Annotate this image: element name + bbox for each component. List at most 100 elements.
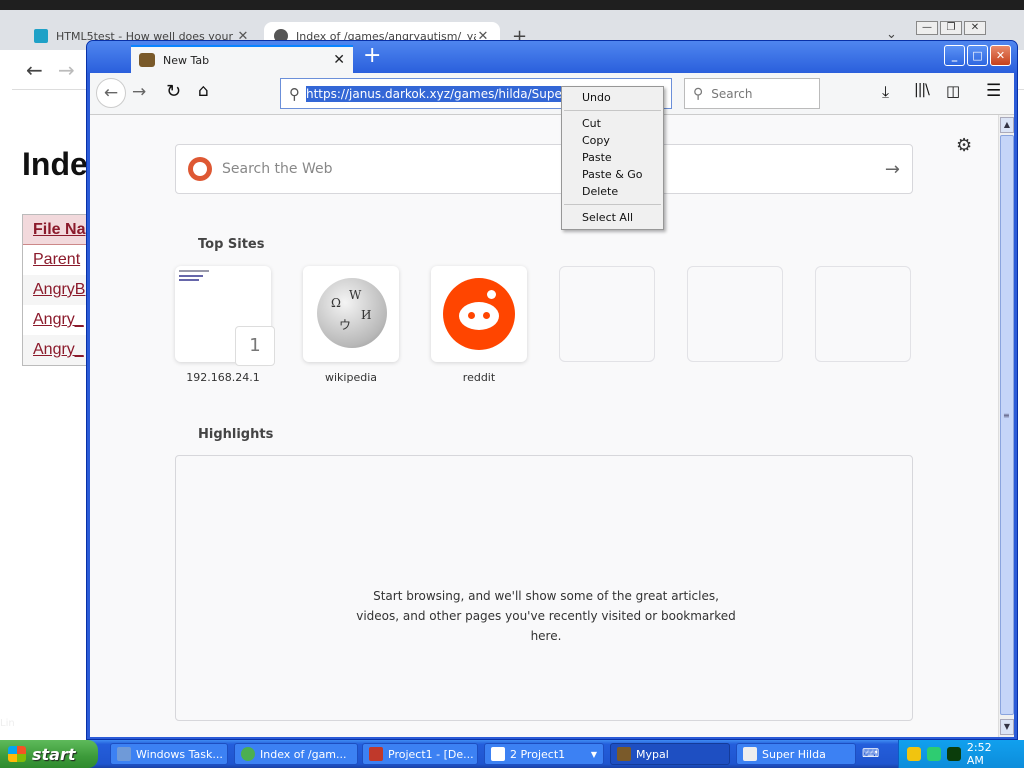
download-icon[interactable]: ⤓ xyxy=(882,82,889,102)
maximize-button[interactable]: □ xyxy=(967,45,988,66)
close-button[interactable]: ✕ xyxy=(990,45,1011,66)
tab-title: New Tab xyxy=(163,53,210,67)
chrome-page-content: Inde File Na Parent AngryB Angry_ Angry_ xyxy=(12,90,90,740)
network-icon[interactable] xyxy=(926,747,941,761)
top-site-tile-empty[interactable] xyxy=(687,266,783,362)
back-arrow-icon[interactable]: ← xyxy=(96,78,126,108)
keyboard-icon[interactable]: ⌨ xyxy=(862,746,880,762)
start-button[interactable]: start xyxy=(0,740,98,768)
window-controls: _ □ ✕ xyxy=(944,45,1011,66)
forward-arrow-icon[interactable]: → xyxy=(132,82,146,102)
scroll-down-arrow-icon[interactable]: ▼ xyxy=(1000,719,1014,735)
chevron-down-icon: ▼ xyxy=(590,749,597,759)
web-search-placeholder: Search the Web xyxy=(222,161,333,177)
scrollbar-thumb[interactable] xyxy=(1000,135,1014,715)
wikipedia-globe-icon: ΩWИウ xyxy=(317,278,387,348)
windows-logo-icon xyxy=(8,746,26,762)
devcpp-icon xyxy=(369,747,383,761)
top-site-label: wikipedia xyxy=(324,371,377,384)
taskbar-button-label: 2 Project1 xyxy=(510,747,566,761)
menu-item-paste-and-go[interactable]: Paste & Go xyxy=(562,166,663,183)
reload-icon[interactable]: ↻ xyxy=(166,81,181,102)
table-row-link[interactable]: Angry_ xyxy=(23,335,90,365)
system-tray: 2:52 AM xyxy=(898,740,1024,768)
taskbar-button-label: Windows Task... xyxy=(136,747,223,761)
taskbar: start Windows Task... Index of /gam... P… xyxy=(0,740,1024,768)
chrome-top-strip xyxy=(0,0,1024,10)
menu-separator xyxy=(564,110,661,111)
taskbar-button-super-hilda[interactable]: Super Hilda xyxy=(736,743,856,765)
table-header-file-name[interactable]: File Na xyxy=(23,215,90,245)
close-button[interactable]: ✕ xyxy=(964,21,986,35)
gear-icon[interactable]: ⚙ xyxy=(956,135,972,156)
minimize-button[interactable]: — xyxy=(916,21,938,35)
top-site-tile-empty[interactable] xyxy=(559,266,655,362)
taskbar-button-mypal[interactable]: Mypal xyxy=(610,743,730,765)
forward-arrow-icon[interactable]: → xyxy=(58,58,75,82)
security-shield-icon[interactable] xyxy=(907,747,921,761)
chrome-icon xyxy=(241,747,255,761)
duckduckgo-icon xyxy=(188,157,212,181)
taskbar-button-project1-dev[interactable]: Project1 - [De... xyxy=(362,743,478,765)
taskbar-button-label: Mypal xyxy=(636,747,669,761)
close-icon[interactable]: ✕ xyxy=(333,52,345,68)
navigation-toolbar: ← → ↻ ⌂ ⚲ https://janus.darkok.xyz/games… xyxy=(90,73,1014,115)
highlights-panel: Start browsing, and we'll show some of t… xyxy=(175,455,913,721)
table-row-link[interactable]: Angry_ xyxy=(23,305,90,335)
table-row-link[interactable]: Parent xyxy=(23,245,90,275)
hamburger-menu-icon[interactable]: ☰ xyxy=(986,81,1001,101)
top-site-tile-wikipedia[interactable]: ΩWИウ xyxy=(303,266,399,362)
arrow-right-icon[interactable]: → xyxy=(885,159,900,180)
status-text: Lin xyxy=(0,718,15,729)
menu-item-paste[interactable]: Paste xyxy=(562,149,663,166)
menu-separator xyxy=(564,204,661,205)
top-site-label: reddit xyxy=(462,371,496,384)
home-icon[interactable]: ⌂ xyxy=(198,81,209,101)
top-site-tile-192-168-24-1[interactable]: 1 xyxy=(175,266,275,366)
scroll-up-arrow-icon[interactable]: ▲ xyxy=(1000,117,1014,133)
new-tab-button[interactable]: + xyxy=(363,43,381,68)
mypal-title-bar: New Tab ✕ + _ □ ✕ xyxy=(87,41,1017,73)
top-sites-heading: Top Sites xyxy=(198,237,265,252)
web-search-box[interactable]: Search the Web → xyxy=(175,144,913,194)
mypal-window: New Tab ✕ + _ □ ✕ ← → ↻ ⌂ ⚲ https://janu… xyxy=(86,40,1018,740)
library-icon[interactable]: |||\ xyxy=(914,82,930,98)
taskbar-button-label: Index of /gam... xyxy=(260,747,347,761)
menu-item-delete[interactable]: Delete xyxy=(562,183,663,200)
new-tab-page: ⚙ Search the Web → Top Sites 1 192.168.2… xyxy=(90,115,998,737)
menu-item-select-all[interactable]: Select All xyxy=(562,209,663,226)
search-bar[interactable]: ⚲ Search xyxy=(684,78,820,109)
mypal-icon xyxy=(617,747,631,761)
tile-badge: 1 xyxy=(235,326,275,366)
taskbar-button-task-manager[interactable]: Windows Task... xyxy=(110,743,228,765)
reddit-alien-icon xyxy=(443,278,515,350)
menu-item-undo[interactable]: Undo xyxy=(562,89,663,106)
search-icon: ⚲ xyxy=(693,85,704,102)
highlights-heading: Highlights xyxy=(198,427,274,442)
file-index-table: File Na Parent AngryB Angry_ Angry_ xyxy=(22,214,90,366)
mypal-icon xyxy=(139,53,155,67)
back-arrow-icon[interactable]: ← xyxy=(26,58,43,82)
table-row-link[interactable]: AngryB xyxy=(23,275,90,305)
vertical-scrollbar[interactable]: ▲ ≡ ▼ xyxy=(998,115,1014,737)
taskbar-button-label: Super Hilda xyxy=(762,747,826,761)
maximize-button[interactable]: ❐ xyxy=(940,21,962,35)
top-site-tile-empty[interactable] xyxy=(815,266,911,362)
taskbar-button-chrome[interactable]: Index of /gam... xyxy=(234,743,358,765)
taskbar-button-project1-group[interactable]: 2 Project1 ▼ xyxy=(484,743,604,765)
tab-new-tab[interactable]: New Tab ✕ xyxy=(131,45,353,73)
battery-icon[interactable] xyxy=(946,747,961,761)
url-text-selected[interactable]: https://janus.darkok.xyz/games/hilda/Sup… xyxy=(306,85,566,102)
top-site-label: 192.168.24.1 xyxy=(186,371,260,384)
highlights-empty-message: Start browsing, and we'll show some of t… xyxy=(356,589,736,643)
taskbar-button-label: Project1 - [De... xyxy=(388,747,474,761)
minimize-button[interactable]: _ xyxy=(944,45,965,66)
top-site-tile-reddit[interactable] xyxy=(431,266,527,362)
window-icon xyxy=(491,747,505,761)
menu-item-copy[interactable]: Copy xyxy=(562,132,663,149)
clock[interactable]: 2:52 AM xyxy=(967,741,1012,767)
menu-item-cut[interactable]: Cut xyxy=(562,115,663,132)
sidebar-icon[interactable]: ◫ xyxy=(946,82,960,100)
task-manager-icon xyxy=(117,747,131,761)
chrome-window-controls: — ❐ ✕ xyxy=(916,21,986,35)
